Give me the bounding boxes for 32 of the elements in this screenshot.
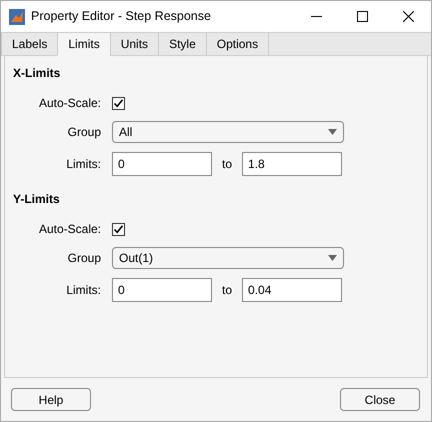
caret-icon [328, 255, 337, 261]
window-title: Property Editor - Step Response [31, 8, 211, 26]
help-button[interactable]: Help [11, 388, 91, 411]
field-label: Group [66, 250, 101, 267]
app-icon [9, 8, 25, 24]
limit-field[interactable]: 0 [112, 278, 212, 302]
tab[interactable]: Style [158, 32, 207, 56]
field-label: Group [66, 124, 101, 141]
to-label: to [222, 156, 232, 173]
limit-field[interactable]: 0 [112, 152, 212, 176]
checkbox[interactable] [112, 96, 125, 110]
maximize-icon [356, 11, 368, 22]
tab[interactable]: Options [206, 32, 270, 56]
tab[interactable]: Limits [57, 32, 111, 56]
limit-field[interactable]: 0.04 [242, 278, 342, 302]
minimize-icon [310, 16, 322, 17]
close-button[interactable]: Close [340, 388, 420, 411]
field-label: Limits: [65, 282, 101, 299]
tab[interactable]: Units [110, 32, 160, 56]
section-title: Y-Limits [13, 191, 61, 208]
group-dropdown[interactable]: Out(1) [112, 247, 344, 269]
group-dropdown[interactable]: All [112, 121, 344, 143]
checkbox[interactable] [112, 222, 125, 236]
field-label: Auto-Scale: [38, 221, 101, 238]
limit-field[interactable]: 1.8 [242, 152, 342, 176]
field-label: Limits: [65, 156, 101, 173]
caret-icon [328, 129, 337, 135]
close-icon [402, 11, 414, 22]
to-label: to [222, 282, 232, 299]
section-title: X-Limits [13, 65, 62, 82]
tab[interactable]: Labels [1, 32, 58, 56]
field-label: Auto-Scale: [38, 95, 101, 112]
